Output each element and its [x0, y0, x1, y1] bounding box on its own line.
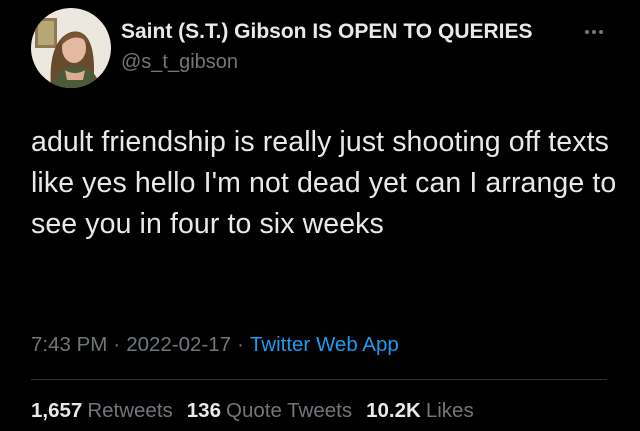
retweets-count: 1,657 [31, 399, 83, 422]
quote-tweets-stat[interactable]: 136 Quote Tweets [187, 399, 352, 423]
tweet-stats: 1,657 Retweets 136 Quote Tweets 10.2K Likes [31, 399, 474, 423]
tweet: Saint (S.T.) Gibson IS OPEN TO QUERIES @… [0, 0, 640, 431]
author-display-name[interactable]: Saint (S.T.) Gibson IS OPEN TO QUERIES [121, 20, 533, 44]
tweet-source-link[interactable]: Twitter Web App [250, 333, 399, 356]
tweet-metadata: 7:43 PM · 2022-02-17 · Twitter Web App [31, 333, 399, 357]
likes-stat[interactable]: 10.2K Likes [366, 399, 474, 423]
tweet-text: adult friendship is really just shooting… [31, 126, 617, 240]
likes-count: 10.2K [366, 399, 421, 422]
tweet-time[interactable]: 7:43 PM [31, 333, 107, 356]
avatar[interactable] [31, 8, 111, 88]
separator: · [113, 333, 121, 356]
profile-photo-icon [31, 8, 111, 88]
more-horizontal-icon [585, 30, 603, 34]
author-handle[interactable]: @s_t_gibson [121, 51, 238, 74]
separator: · [237, 333, 244, 356]
more-options-button[interactable] [582, 24, 606, 40]
retweets-label: Retweets [87, 399, 173, 422]
tweet-date[interactable]: 2022-02-17 [126, 333, 231, 356]
retweets-stat[interactable]: 1,657 Retweets [31, 399, 173, 423]
likes-label: Likes [425, 399, 474, 422]
divider [31, 379, 607, 380]
quote-tweets-count: 136 [186, 399, 221, 422]
quote-tweets-label: Quote Tweets [226, 399, 353, 422]
